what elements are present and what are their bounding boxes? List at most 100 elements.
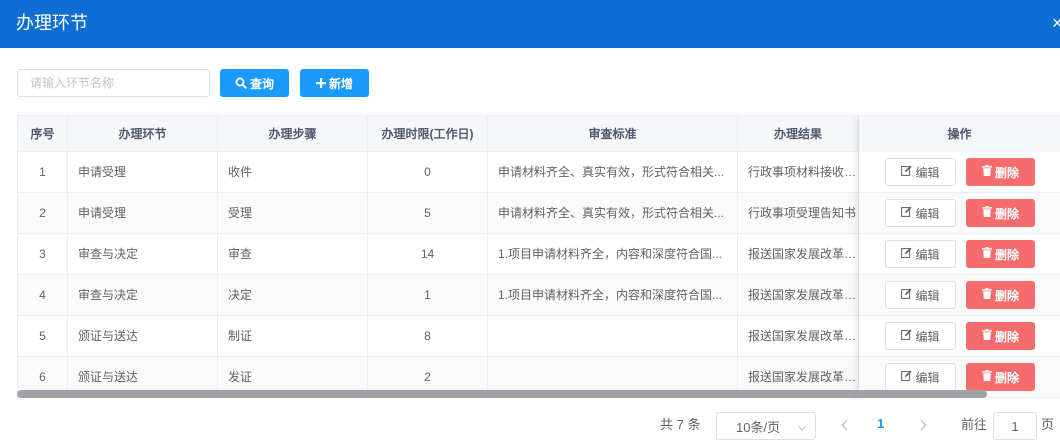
add-button[interactable]: 新增 — [300, 69, 369, 97]
search-icon — [235, 77, 247, 89]
cell-step: 审查 — [218, 234, 368, 274]
table-row: 3 审查与决定 审查 14 1.项目申请材料齐全，内容和深度符合国... 报送国… — [18, 234, 1060, 275]
trash-icon — [981, 329, 992, 343]
delete-button-label: 删除 — [994, 247, 1019, 262]
table-row: 1 申请受理 收件 0 申请材料齐全、真实有效，形式符合相关... 行政事项材料… — [18, 152, 1060, 193]
prev-page-icon[interactable] — [838, 417, 852, 433]
pagination-total: 共 7 条 — [660, 417, 701, 432]
edit-icon — [901, 329, 913, 343]
delete-button[interactable]: 删除 — [966, 158, 1035, 186]
cell-no: 4 — [18, 275, 68, 315]
page-size-select[interactable]: 10条/页 — [716, 412, 816, 440]
page-unit-label: 页 — [1041, 417, 1055, 432]
trash-icon — [981, 247, 992, 261]
edit-button-label: 编辑 — [915, 329, 940, 344]
column-header-standard: 审查标准 — [488, 116, 738, 152]
cell-standard: 申请材料齐全、真实有效，形式符合相关... — [488, 193, 738, 233]
edit-button-label: 编辑 — [915, 165, 940, 180]
close-icon[interactable]: × — [1052, 14, 1060, 32]
cell-result: 行政事项材料接收通... — [738, 152, 859, 192]
edit-icon — [901, 165, 913, 179]
goto-page-input[interactable] — [993, 412, 1037, 440]
table-header: 序号 办理环节 办理步骤 办理时限(工作日) 审查标准 办理结果 操作 — [18, 116, 1060, 152]
edit-icon — [901, 288, 913, 302]
delete-button[interactable]: 删除 — [966, 363, 1035, 391]
trash-icon — [981, 165, 992, 179]
column-header-no: 序号 — [18, 116, 68, 152]
edit-icon — [901, 206, 913, 220]
edit-button[interactable]: 编辑 — [885, 281, 956, 309]
cell-no: 5 — [18, 316, 68, 356]
cell-limit: 1 — [368, 275, 488, 315]
column-header-actions: 操作 — [859, 116, 1060, 152]
edit-button-label: 编辑 — [915, 370, 940, 385]
edit-button[interactable]: 编辑 — [885, 199, 956, 227]
horizontal-scrollbar[interactable] — [17, 390, 987, 398]
edit-button[interactable]: 编辑 — [885, 363, 956, 391]
cell-step: 决定 — [218, 275, 368, 315]
query-button[interactable]: 查询 — [220, 69, 289, 97]
cell-limit: 14 — [368, 234, 488, 274]
stage-search-input[interactable] — [17, 69, 210, 97]
column-header-step: 办理步骤 — [218, 116, 368, 152]
column-header-result: 办理结果 — [738, 116, 859, 152]
column-header-limit: 办理时限(工作日) — [368, 116, 488, 152]
cell-limit: 0 — [368, 152, 488, 192]
cell-result: 行政事项受理告知书 — [738, 193, 859, 233]
cell-stage: 审查与决定 — [68, 234, 218, 274]
edit-button[interactable]: 编辑 — [885, 322, 956, 350]
cell-standard — [488, 316, 738, 356]
edit-button-label: 编辑 — [915, 206, 940, 221]
plus-icon — [315, 78, 326, 88]
table-row: 4 审查与决定 决定 1 1.项目申请材料齐全，内容和深度符合国... 报送国家… — [18, 275, 1060, 316]
next-page-icon[interactable] — [916, 417, 930, 433]
cell-no: 3 — [18, 234, 68, 274]
dialog-title: 办理环节 — [16, 13, 88, 33]
delete-button-label: 删除 — [994, 206, 1019, 221]
delete-button[interactable]: 删除 — [966, 281, 1035, 309]
delete-button-label: 删除 — [994, 165, 1019, 180]
column-header-stage: 办理环节 — [68, 116, 218, 152]
trash-icon — [981, 370, 992, 384]
cell-actions: 编辑 删除 — [859, 193, 1060, 233]
trash-icon — [981, 288, 992, 302]
edit-icon — [901, 247, 913, 261]
cell-result: 报送国家发展改革委... — [738, 275, 859, 315]
chevron-down-icon — [797, 421, 807, 436]
edit-button[interactable]: 编辑 — [885, 158, 956, 186]
query-button-label: 查询 — [249, 76, 274, 91]
cell-actions: 编辑 删除 — [859, 234, 1060, 274]
page-size-value: 10条/页 — [736, 419, 781, 435]
cell-standard: 1.项目申请材料齐全，内容和深度符合国... — [488, 275, 738, 315]
cell-stage: 申请受理 — [68, 193, 218, 233]
cell-step: 制证 — [218, 316, 368, 356]
edit-button-label: 编辑 — [915, 288, 940, 303]
cell-actions: 编辑 删除 — [859, 152, 1060, 192]
trash-icon — [981, 206, 992, 220]
delete-button[interactable]: 删除 — [966, 240, 1035, 268]
page-number-current[interactable]: 1 — [877, 416, 884, 432]
delete-button[interactable]: 删除 — [966, 199, 1035, 227]
cell-step: 受理 — [218, 193, 368, 233]
edit-icon — [901, 370, 913, 384]
delete-button-label: 删除 — [994, 329, 1019, 344]
cell-stage: 颁证与送达 — [68, 316, 218, 356]
stage-table: 序号 办理环节 办理步骤 办理时限(工作日) 审查标准 办理结果 操作 1 申请… — [17, 115, 1060, 400]
cell-no: 2 — [18, 193, 68, 233]
cell-step: 收件 — [218, 152, 368, 192]
goto-label: 前往 — [961, 417, 988, 432]
delete-button-label: 删除 — [994, 370, 1019, 385]
edit-button[interactable]: 编辑 — [885, 240, 956, 268]
edit-button-label: 编辑 — [915, 247, 940, 262]
cell-standard: 1.项目申请材料齐全，内容和深度符合国... — [488, 234, 738, 274]
cell-actions: 编辑 删除 — [859, 275, 1060, 315]
cell-stage: 申请受理 — [68, 152, 218, 192]
cell-result: 报送国家发展改革委... — [738, 316, 859, 356]
table-row: 2 申请受理 受理 5 申请材料齐全、真实有效，形式符合相关... 行政事项受理… — [18, 193, 1060, 234]
delete-button-label: 删除 — [994, 288, 1019, 303]
delete-button[interactable]: 删除 — [966, 322, 1035, 350]
cell-stage: 审查与决定 — [68, 275, 218, 315]
cell-standard: 申请材料齐全、真实有效，形式符合相关... — [488, 152, 738, 192]
cell-no: 1 — [18, 152, 68, 192]
add-button-label: 新增 — [328, 76, 353, 91]
